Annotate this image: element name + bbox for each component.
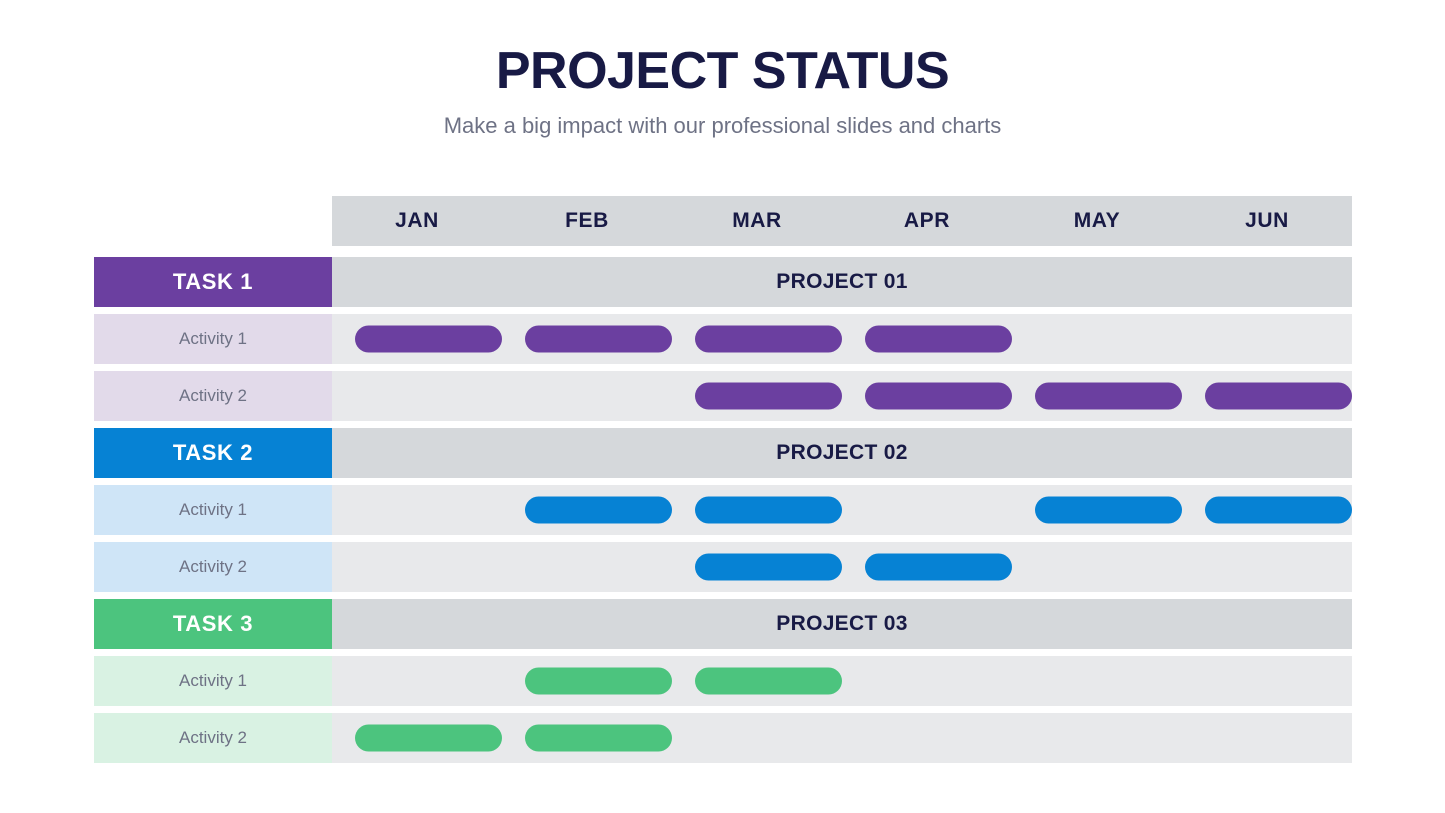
activity-label-cell[interactable]: Activity 2: [94, 713, 332, 763]
activity-track-cell: [332, 371, 1352, 421]
gantt-bar-t3-a1-2[interactable]: [694, 667, 842, 695]
activity-track-cell: [332, 485, 1352, 535]
activity-row: Activity 1: [94, 656, 1352, 706]
gantt-bar-t1-a2-2[interactable]: [865, 382, 1012, 410]
task-header-row: TASK 3 PROJECT 03: [94, 599, 1352, 649]
activity-row: Activity 1: [94, 314, 1352, 364]
activity-track-t1-a1: [332, 314, 1352, 364]
activity-label-cell[interactable]: Activity 1: [94, 314, 332, 364]
slide-root: PROJECT STATUS Make a big impact with ou…: [0, 0, 1445, 813]
activity-track-cell: [332, 314, 1352, 364]
gantt-chart: JAN FEB MAR APR MAY JUN TASK 1 PROJECT 01 Activ…: [94, 196, 1352, 770]
activity-label-cell[interactable]: Activity 2: [94, 542, 332, 592]
gantt-bar-t3-a2-1[interactable]: [355, 724, 502, 752]
gantt-bar-t2-a1-2[interactable]: [694, 496, 842, 524]
page-title: PROJECT STATUS: [495, 42, 950, 100]
activity-label-t3-a1: Activity 1: [94, 656, 332, 706]
activity-track-cell: [332, 713, 1352, 763]
slide-header: PROJECT STATUS Make a big impact with ou…: [0, 44, 1445, 139]
page-subtitle: Make a big impact with our professional …: [443, 112, 1002, 138]
gantt-bar-t1-a1-1[interactable]: [355, 325, 502, 353]
month-header-apr: APR: [903, 209, 951, 232]
month-header-row: JAN FEB MAR APR MAY JUN: [94, 196, 1352, 246]
gantt-bar-t2-a1-4[interactable]: [1205, 496, 1352, 524]
activity-label-cell[interactable]: Activity 2: [94, 371, 332, 421]
month-header-jun: JUN: [1245, 209, 1289, 232]
task-label-2: TASK 2: [94, 428, 332, 478]
activity-row: Activity 1: [94, 485, 1352, 535]
month-header-label-spacer: [94, 196, 332, 246]
activity-label-cell[interactable]: Activity 1: [94, 656, 332, 706]
task-label-cell-3[interactable]: TASK 3: [94, 599, 332, 649]
month-header-mar: MAR: [732, 209, 782, 232]
activity-label-t3-a2: Activity 2: [94, 713, 332, 763]
gantt-bar-t1-a1-4[interactable]: [865, 325, 1012, 353]
task-label-cell-1[interactable]: TASK 1: [94, 257, 332, 307]
gantt-bar-t1-a2-1[interactable]: [694, 382, 842, 410]
task-label-1: TASK 1: [94, 257, 332, 307]
task-groups: TASK 1 PROJECT 01 Activity 1 Activity 2 TASK…: [94, 257, 1352, 763]
project-title-3: PROJECT 03: [332, 599, 1352, 649]
task-header-row: TASK 2 PROJECT 02: [94, 428, 1352, 478]
gantt-bar-t3-a1-1[interactable]: [524, 667, 672, 695]
task-label-3: TASK 3: [94, 599, 332, 649]
month-header-jan: JAN: [395, 209, 439, 232]
activity-label-t1-a2: Activity 2: [94, 371, 332, 421]
activity-label-cell[interactable]: Activity 1: [94, 485, 332, 535]
gantt-bar-t2-a2-1[interactable]: [694, 553, 842, 581]
gantt-bar-t1-a2-3[interactable]: [1034, 382, 1182, 410]
project-track-1: PROJECT 01: [332, 257, 1352, 307]
gantt-bar-t1-a1-3[interactable]: [694, 325, 842, 353]
month-header-may: MAY: [1073, 209, 1121, 232]
months-bar: JAN FEB MAR APR MAY JUN: [332, 196, 1352, 246]
month-header-feb: FEB: [565, 209, 609, 232]
activity-track-t1-a2: [332, 371, 1352, 421]
activity-track-t2-a2: [332, 542, 1352, 592]
project-track-3: PROJECT 03: [332, 599, 1352, 649]
activity-track-t3-a2: [332, 713, 1352, 763]
task-label-cell-2[interactable]: TASK 2: [94, 428, 332, 478]
activity-label-t2-a1: Activity 1: [94, 485, 332, 535]
project-track-2: PROJECT 02: [332, 428, 1352, 478]
gantt-bar-t2-a2-2[interactable]: [865, 553, 1012, 581]
task-header-row: TASK 1 PROJECT 01: [94, 257, 1352, 307]
gantt-bar-t2-a1-3[interactable]: [1034, 496, 1182, 524]
gantt-bar-t2-a1-1[interactable]: [524, 496, 672, 524]
gantt-bar-t3-a2-2[interactable]: [524, 724, 672, 752]
project-title-1: PROJECT 01: [332, 257, 1352, 307]
activity-row: Activity 2: [94, 371, 1352, 421]
month-header-track: JAN FEB MAR APR MAY JUN: [332, 196, 1352, 246]
activity-label-t2-a2: Activity 2: [94, 542, 332, 592]
gantt-bar-t1-a1-2[interactable]: [524, 325, 672, 353]
activity-track-t2-a1: [332, 485, 1352, 535]
activity-row: Activity 2: [94, 542, 1352, 592]
activity-row: Activity 2: [94, 713, 1352, 763]
activity-label-t1-a1: Activity 1: [94, 314, 332, 364]
activity-track-cell: [332, 656, 1352, 706]
activity-track-cell: [332, 542, 1352, 592]
gantt-bar-t1-a2-4[interactable]: [1205, 382, 1352, 410]
activity-track-t3-a1: [332, 656, 1352, 706]
project-title-2: PROJECT 02: [332, 428, 1352, 478]
